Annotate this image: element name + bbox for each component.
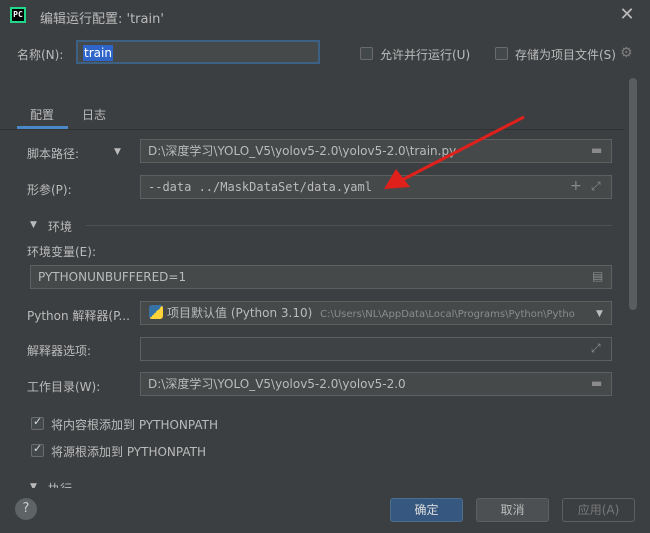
name-input-value: train: [83, 45, 113, 61]
name-input[interactable]: train: [76, 40, 320, 64]
close-icon[interactable]: ✕: [616, 3, 638, 27]
env-vars-label: 环境变量(E):: [27, 245, 96, 259]
store-project-file-checkbox[interactable]: [495, 47, 508, 60]
check-icon: ✓: [33, 415, 43, 428]
annotation-arrow-shaft: [399, 115, 525, 183]
allow-parallel-label: 允许并行运行(U): [380, 48, 471, 62]
collapse-env-icon[interactable]: ▼: [30, 220, 37, 230]
interpreter-label: Python 解释器(P...: [27, 309, 130, 323]
add-icon[interactable]: +: [570, 178, 582, 194]
tab-logs[interactable]: 日志: [82, 106, 106, 123]
check-icon: ✓: [33, 442, 43, 455]
ok-button[interactable]: 确定: [390, 498, 463, 522]
expand-icon[interactable]: ⤢: [591, 179, 601, 194]
interpreter-select[interactable]: 项目默认值 (Python 3.10) C:\Users\NL\AppData\…: [140, 301, 612, 325]
help-button[interactable]: ?: [15, 498, 37, 520]
params-value: --data ../MaskDataSet/data.yaml: [148, 180, 372, 194]
add-content-roots-label: 将内容根添加到 PYTHONPATH: [51, 418, 218, 432]
interpreter-path: C:\Users\NL\AppData\Local\Programs\Pytho…: [320, 309, 575, 320]
env-section-divider: [86, 225, 612, 226]
tab-configuration[interactable]: 配置: [30, 106, 54, 123]
params-label: 形参(P):: [27, 183, 72, 197]
work-dir-label: 工作目录(W):: [27, 380, 101, 394]
chevron-down-icon[interactable]: ▼: [114, 147, 121, 157]
store-project-file-label: 存储为项目文件(S): [515, 48, 616, 62]
interpreter-value: 项目默认值 (Python 3.10): [167, 306, 313, 320]
interp-options-label: 解释器选项:: [27, 344, 92, 358]
add-content-roots-checkbox[interactable]: ✓: [31, 415, 44, 430]
annotation-arrow: [384, 115, 525, 189]
env-vars-value: PYTHONUNBUFFERED=1: [38, 270, 187, 284]
window-title: 编辑运行配置: 'train': [40, 12, 164, 27]
interp-options-field[interactable]: [140, 337, 612, 361]
add-source-roots-label: 将源根添加到 PYTHONPATH: [51, 445, 206, 459]
add-source-roots-checkbox[interactable]: ✓: [31, 442, 44, 457]
scrollbar-thumb[interactable]: [629, 78, 637, 310]
name-label: 名称(N):: [17, 48, 64, 62]
pycharm-app-icon: PC: [10, 7, 26, 23]
env-vars-field[interactable]: PYTHONUNBUFFERED=1: [30, 265, 612, 289]
apply-button[interactable]: 应用(A): [562, 498, 635, 522]
script-path-label: 脚本路径:: [27, 147, 80, 161]
work-dir-field[interactable]: D:\深度学习\YOLO_V5\yolov5-2.0\yolov5-2.0: [140, 372, 612, 396]
document-icon[interactable]: ▤: [592, 269, 603, 283]
interpreter-dropdown-icon[interactable]: ▼: [596, 309, 603, 319]
expand-options-icon[interactable]: ⤢: [591, 341, 601, 356]
script-path-field[interactable]: D:\深度学习\YOLO_V5\yolov5-2.0\yolov5-2.0\tr…: [140, 139, 612, 163]
folder-icon[interactable]: ▬: [591, 143, 602, 157]
allow-parallel-checkbox[interactable]: [360, 47, 373, 60]
params-field[interactable]: --data ../MaskDataSet/data.yaml: [140, 175, 612, 199]
python-icon: [149, 305, 163, 319]
cancel-button[interactable]: 取消: [476, 498, 549, 522]
work-dir-folder-icon[interactable]: ▬: [591, 376, 602, 390]
tab-divider: [0, 129, 624, 130]
button-bar: [0, 488, 650, 533]
env-section-title: 环境: [48, 220, 73, 234]
gear-icon[interactable]: ⚙: [620, 45, 633, 61]
work-dir-value: D:\深度学习\YOLO_V5\yolov5-2.0\yolov5-2.0: [148, 377, 406, 391]
